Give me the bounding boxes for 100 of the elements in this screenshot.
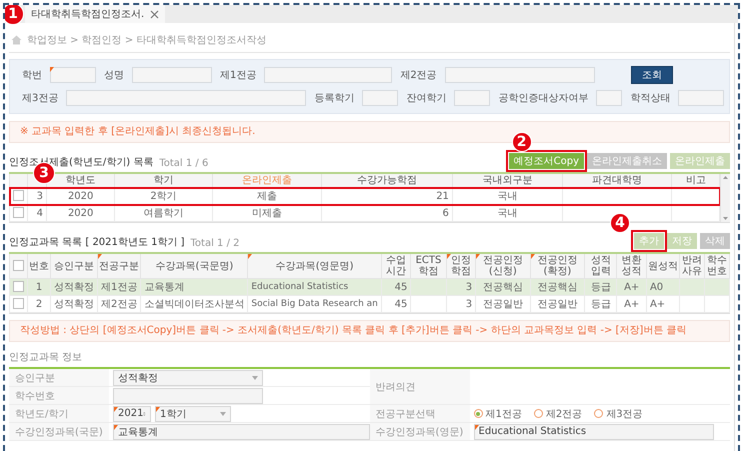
column-header: 학수번호	[704, 254, 730, 278]
column-header: 변환 성적	[616, 254, 646, 278]
input-field[interactable]	[132, 67, 212, 83]
input-field[interactable]	[678, 90, 724, 106]
radio-option[interactable]: 제3전공	[594, 406, 643, 420]
input-field[interactable]	[362, 90, 398, 106]
input-field[interactable]	[50, 67, 96, 83]
table-cell: 3	[446, 278, 476, 296]
field-label: 전공구분선택	[370, 405, 470, 423]
input-field[interactable]	[113, 388, 263, 404]
field-label: 공학인증대상자여부	[498, 92, 588, 105]
table-cell: 국내	[452, 204, 562, 222]
table-cell: 전공일반	[530, 296, 585, 312]
caret-icon	[252, 376, 258, 380]
step-badge: 1	[5, 5, 24, 25]
field-label: 승인구분	[9, 369, 109, 387]
table-cell: Educational Statistics	[248, 278, 382, 296]
table-cell: 미제출	[212, 204, 322, 222]
section-title: 인정교과목 목록 [ 2021학년도 1학기 ]	[9, 236, 185, 249]
field-label: 제1전공	[220, 69, 256, 82]
table-row[interactable]: 2 성적확정 제2전공 소셜빅데이터조사분석 Social Big Data Research an 45 3 전공일반 전공일반 등급 A+ A+	[10, 296, 730, 312]
table-cell: 3	[446, 296, 476, 312]
year-field[interactable]: 2021	[113, 406, 151, 422]
table-row[interactable]: 1 성적확정 제1전공 교육통계 Educational Statistics 45 3 전공핵심 전공핵심 등급 A+ A0	[10, 278, 730, 296]
radio-label: 제1전공	[486, 408, 522, 420]
checkbox[interactable]	[13, 190, 24, 202]
field-label: 학번	[22, 69, 42, 82]
table-row[interactable]: 3 2020 2학기 제출 21 국내	[10, 188, 720, 204]
table-cell: 전공핵심	[530, 278, 585, 296]
table-cell: 전공핵심	[476, 278, 530, 296]
required-mark	[50, 67, 54, 72]
checkbox[interactable]	[13, 260, 24, 272]
table-cell: 1	[28, 278, 50, 296]
column-header: 원성적	[646, 254, 680, 278]
checkbox[interactable]	[13, 281, 24, 292]
input-field[interactable]: 교육통계	[113, 424, 370, 440]
field-label: 제2전공	[400, 69, 437, 82]
column-header: 수업 시간	[381, 254, 411, 278]
input-field[interactable]	[454, 90, 490, 106]
table-cell: A+	[646, 296, 680, 312]
table-cell: 제2전공	[98, 296, 141, 312]
column-header: 전공인정 (신청)	[476, 254, 530, 278]
select-field[interactable]: 성적확정	[113, 370, 263, 386]
instruction-text: 작성방법 : 상단의 [예정조서Copy]버튼 클릭 -> 조서제출(학년도/학기) 목록 클릭 후 [추가]버튼 클릭 -> 하단의 교과목정보 입력 -> [저장]버튼 클릭	[20, 325, 688, 337]
table-cell: 교육통계	[140, 278, 248, 296]
field-label: 등록학기	[314, 92, 354, 105]
field-label: 학년도/학기	[9, 405, 109, 423]
input-field[interactable]	[444, 67, 595, 83]
table-cell: 등급	[584, 296, 617, 312]
table-cell: A+	[616, 296, 646, 312]
total-count: Total 1 / 2	[190, 238, 240, 249]
column-header: 반려사유	[680, 254, 704, 278]
column-header: 수강과목(국문명)	[140, 254, 248, 278]
table-cell: 2020	[46, 204, 115, 222]
table-cell: 여름학기	[114, 204, 212, 222]
input-field[interactable]	[66, 90, 306, 106]
radio-option[interactable]: 제2전공	[534, 406, 582, 420]
column-header: 학기	[114, 174, 212, 188]
column-header: ECTS 학점	[410, 254, 446, 278]
radio-option[interactable]: 제1전공	[474, 406, 522, 420]
column-header: 온라인제출	[212, 174, 322, 188]
scroll-down-icon	[723, 217, 728, 220]
tab-title: 타대학취득학점인정조서.	[31, 8, 144, 21]
table-cell: 6	[322, 204, 452, 222]
input-field[interactable]	[596, 90, 622, 106]
column-header: 번호	[28, 254, 50, 278]
field-label: 수강인정과목(영문)	[370, 423, 470, 441]
search-button[interactable]: 조회	[630, 66, 673, 84]
spinner-icon	[143, 410, 146, 418]
field-label: 학수번호	[9, 387, 109, 405]
radio-button[interactable]	[474, 409, 482, 418]
total-count: Total 1 / 6	[159, 158, 208, 169]
column-header: 전공인정 (확정)	[530, 254, 585, 278]
radio-label: 제2전공	[546, 408, 582, 420]
table-cell: 45	[381, 296, 411, 312]
table-cell: 등급	[584, 278, 617, 296]
radio-button[interactable]	[534, 409, 543, 418]
column-header: 성적 입력	[584, 254, 617, 278]
column-header: 승인구분	[50, 254, 98, 278]
radio-label: 제3전공	[606, 408, 643, 420]
column-header: 인정 학점	[446, 254, 476, 278]
table-cell: 4	[28, 204, 46, 222]
breadcrumb: 학업정보 > 학점인정 > 타대학취득학점인정조서작성	[27, 34, 266, 47]
field-label: 제3전공	[22, 92, 58, 105]
select-field[interactable]: 1학기	[155, 406, 231, 422]
input-field[interactable]	[264, 67, 392, 83]
checkbox[interactable]	[13, 207, 24, 218]
table-cell: A0	[646, 278, 680, 296]
input-field[interactable]: Educational Statistics	[474, 424, 714, 440]
column-header: 수강과목(영문명)	[248, 254, 382, 278]
field-label: 잔여학기	[406, 92, 446, 105]
column-header: 수강가능학점	[322, 174, 452, 188]
table-cell: Social Big Data Research an	[248, 296, 382, 312]
document-tab[interactable]: 타대학취득학점인정조서.	[25, 5, 166, 23]
checkbox[interactable]	[13, 298, 24, 310]
table-cell: 소셜빅데이터조사분석	[140, 296, 248, 312]
home-icon	[11, 35, 22, 45]
scrollbar[interactable]	[720, 174, 730, 222]
radio-button[interactable]	[594, 409, 604, 418]
column-header: 파견대학명	[562, 174, 672, 188]
